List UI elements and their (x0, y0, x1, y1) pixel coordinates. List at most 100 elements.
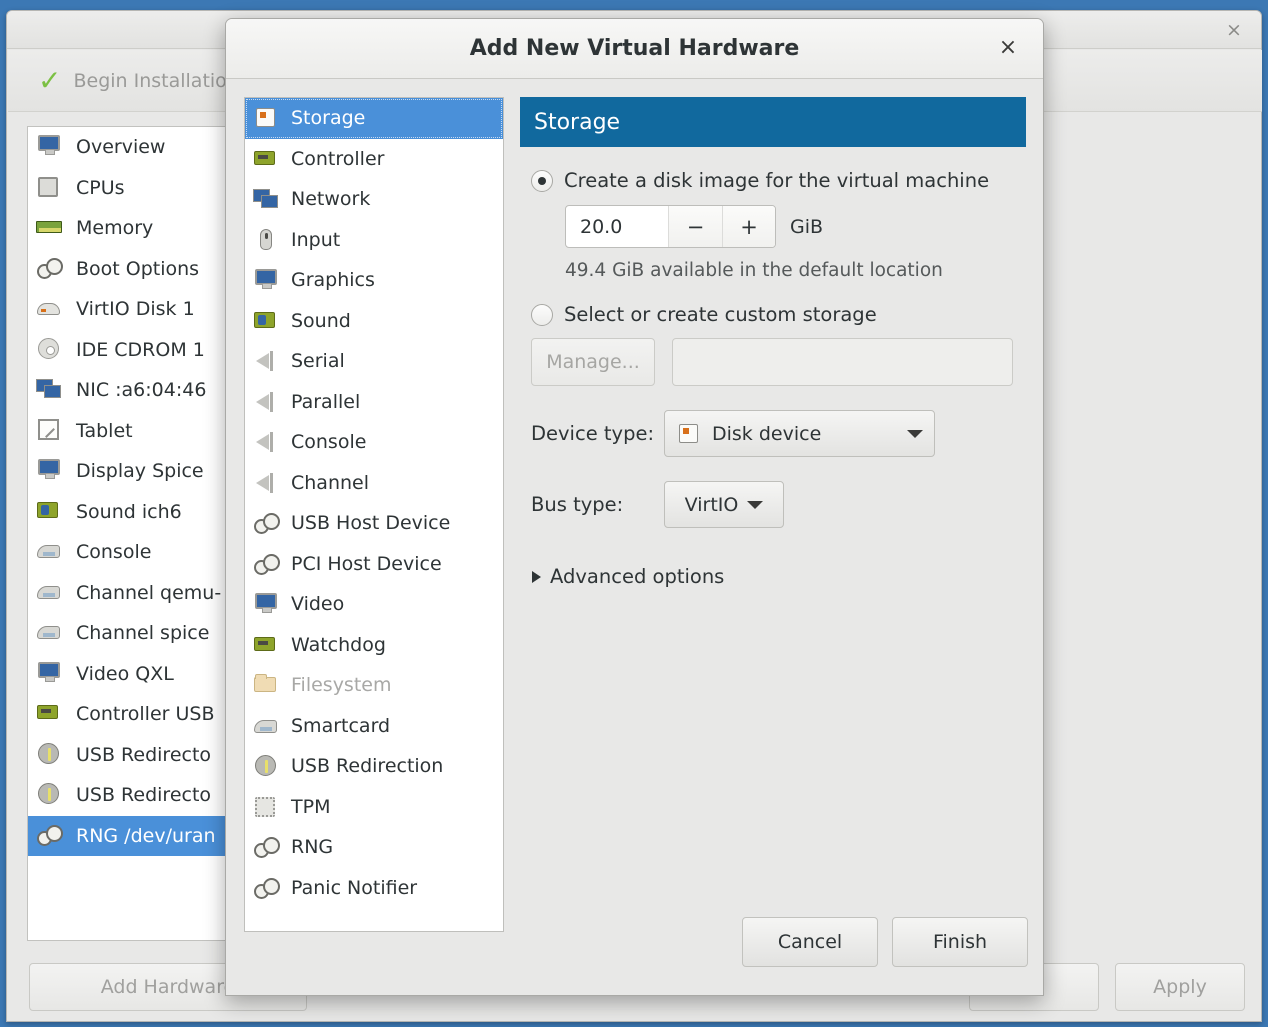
add-new-virtual-hardware-dialog: Add New Virtual Hardware × Storage Contro… (225, 18, 1044, 996)
hardware-list-item-16[interactable]: USB Redirecto (28, 775, 242, 816)
monitor-icon (36, 134, 66, 160)
mouse-icon (253, 228, 279, 252)
device-list-item-label: Channel (291, 471, 370, 494)
printer-icon (36, 580, 66, 606)
sound-card-icon (36, 499, 66, 525)
device-list-item-10[interactable]: USB Host Device (245, 503, 503, 544)
hardware-list-item-label: USB Redirecto (76, 743, 212, 766)
device-list-item-2[interactable]: Network (245, 179, 503, 220)
hardware-list-item-7[interactable]: Tablet (28, 411, 242, 452)
device-list-item-13[interactable]: Watchdog (245, 625, 503, 666)
device-list-item-label: Smartcard (291, 714, 391, 737)
hardware-list-item-12[interactable]: Channel spice (28, 613, 242, 654)
background-hardware-list[interactable]: Overview CPUs Memory Boot Options VirtIO Dis… (27, 126, 243, 941)
advanced-options-expander[interactable]: Advanced options (520, 565, 1026, 588)
device-list-item-17[interactable]: TPM (245, 787, 503, 828)
serial-port-icon (253, 430, 279, 454)
device-list-item-5[interactable]: Sound (245, 301, 503, 342)
hardware-list-item-9[interactable]: Sound ich6 (28, 492, 242, 533)
hardware-list-item-2[interactable]: Memory (28, 208, 242, 249)
hardware-list-item-6[interactable]: NIC :a6:04:46 (28, 370, 242, 411)
device-list-item-3[interactable]: Input (245, 220, 503, 261)
device-list-item-11[interactable]: PCI Host Device (245, 544, 503, 585)
controller-card-icon (253, 633, 279, 657)
manage-button[interactable]: Manage... (531, 338, 655, 386)
hardware-list-item-17[interactable]: RNG /dev/uran (28, 815, 242, 856)
hardware-list-item-label: Memory (76, 217, 154, 240)
device-list-item-14[interactable]: Filesystem (245, 665, 503, 706)
custom-storage-row: Manage... (520, 338, 1026, 386)
disk-size-unit-label: GiB (790, 215, 824, 238)
gears-icon (36, 256, 66, 282)
check-icon: ✓ (38, 63, 62, 97)
custom-storage-radio-row[interactable]: Select or create custom storage (520, 303, 1026, 326)
create-disk-radio-row[interactable]: Create a disk image for the virtual mach… (520, 169, 1026, 192)
device-list-item-19[interactable]: Panic Notifier (245, 868, 503, 909)
hardware-list-item-1[interactable]: CPUs (28, 168, 242, 209)
disk-size-input[interactable]: 20.0 (566, 206, 669, 247)
device-list-item-15[interactable]: Smartcard (245, 706, 503, 747)
device-category-list[interactable]: Storage Controller Network Input Graphics Sou… (244, 97, 504, 932)
hardware-list-item-0[interactable]: Overview (28, 127, 242, 168)
custom-storage-radio[interactable] (531, 303, 553, 326)
hardware-list-item-label: Boot Options (76, 257, 200, 280)
disk-icon (36, 296, 66, 322)
storage-config-pane: Storage Create a disk image for the virt… (520, 97, 1026, 588)
hardware-list-item-label: Display Spice (76, 460, 204, 483)
device-list-item-label: Sound (291, 309, 351, 332)
hardware-list-item-label: Sound ich6 (76, 500, 182, 523)
cancel-button[interactable]: Cancel (742, 917, 878, 967)
hardware-list-item-5[interactable]: IDE CDROM 1 (28, 330, 242, 371)
hardware-list-item-10[interactable]: Console (28, 532, 242, 573)
network-icon (36, 377, 66, 403)
device-list-item-16[interactable]: USB Redirection (245, 746, 503, 787)
device-list-item-label: Controller (291, 147, 385, 170)
device-type-dropdown[interactable]: Disk device (664, 410, 935, 457)
sound-card-icon (253, 309, 279, 333)
hardware-list-item-label: Tablet (76, 419, 133, 442)
hardware-list-item-label: USB Redirecto (76, 784, 212, 807)
disk-size-decrement-button[interactable]: − (669, 206, 722, 247)
create-disk-radio[interactable] (531, 169, 553, 192)
advanced-options-label: Advanced options (550, 565, 725, 588)
tpm-chip-icon (253, 795, 279, 819)
hardware-list-item-label: NIC :a6:04:46 (76, 379, 207, 402)
begin-installation-button[interactable]: ✓ Begin Installation (26, 63, 251, 99)
bus-type-dropdown[interactable]: VirtIO (664, 481, 784, 528)
custom-storage-label: Select or create custom storage (564, 303, 877, 326)
hardware-list-item-15[interactable]: USB Redirecto (28, 735, 242, 776)
device-list-item-4[interactable]: Graphics (245, 260, 503, 301)
disk-size-spinner[interactable]: 20.0 − + (565, 205, 776, 248)
finish-button[interactable]: Finish (892, 917, 1028, 967)
device-list-item-6[interactable]: Serial (245, 341, 503, 382)
hardware-list-item-13[interactable]: Video QXL (28, 654, 242, 695)
bus-type-row: Bus type: VirtIO (520, 481, 1026, 528)
close-icon[interactable]: × (995, 35, 1021, 61)
hardware-list-item-8[interactable]: Display Spice (28, 451, 242, 492)
device-list-item-label: Filesystem (291, 674, 392, 697)
storage-path-input[interactable] (672, 338, 1013, 386)
pane-header-title: Storage (520, 97, 1026, 147)
device-list-item-18[interactable]: RNG (245, 827, 503, 868)
device-list-item-12[interactable]: Video (245, 584, 503, 625)
device-list-item-9[interactable]: Channel (245, 463, 503, 504)
hardware-list-item-3[interactable]: Boot Options (28, 249, 242, 290)
device-list-item-7[interactable]: Parallel (245, 382, 503, 423)
printer-icon (253, 714, 279, 738)
hardware-list-item-14[interactable]: Controller USB (28, 694, 242, 735)
disk-size-increment-button[interactable]: + (722, 206, 775, 247)
printer-icon (36, 539, 66, 565)
device-list-item-8[interactable]: Console (245, 422, 503, 463)
device-list-item-label: Storage (291, 107, 366, 130)
create-disk-label: Create a disk image for the virtual mach… (564, 169, 990, 192)
device-list-item-label: USB Redirection (291, 755, 444, 778)
close-icon[interactable]: × (1223, 19, 1245, 41)
hardware-list-item-label: IDE CDROM 1 (76, 338, 205, 361)
device-list-item-0[interactable]: Storage (245, 98, 503, 139)
dialog-title: Add New Virtual Hardware (469, 36, 800, 61)
hardware-list-item-11[interactable]: Channel qemu- (28, 573, 242, 614)
device-list-item-label: Input (291, 228, 341, 251)
device-list-item-1[interactable]: Controller (245, 139, 503, 180)
hardware-list-item-4[interactable]: VirtIO Disk 1 (28, 289, 242, 330)
background-apply-button[interactable]: Apply (1115, 963, 1245, 1011)
